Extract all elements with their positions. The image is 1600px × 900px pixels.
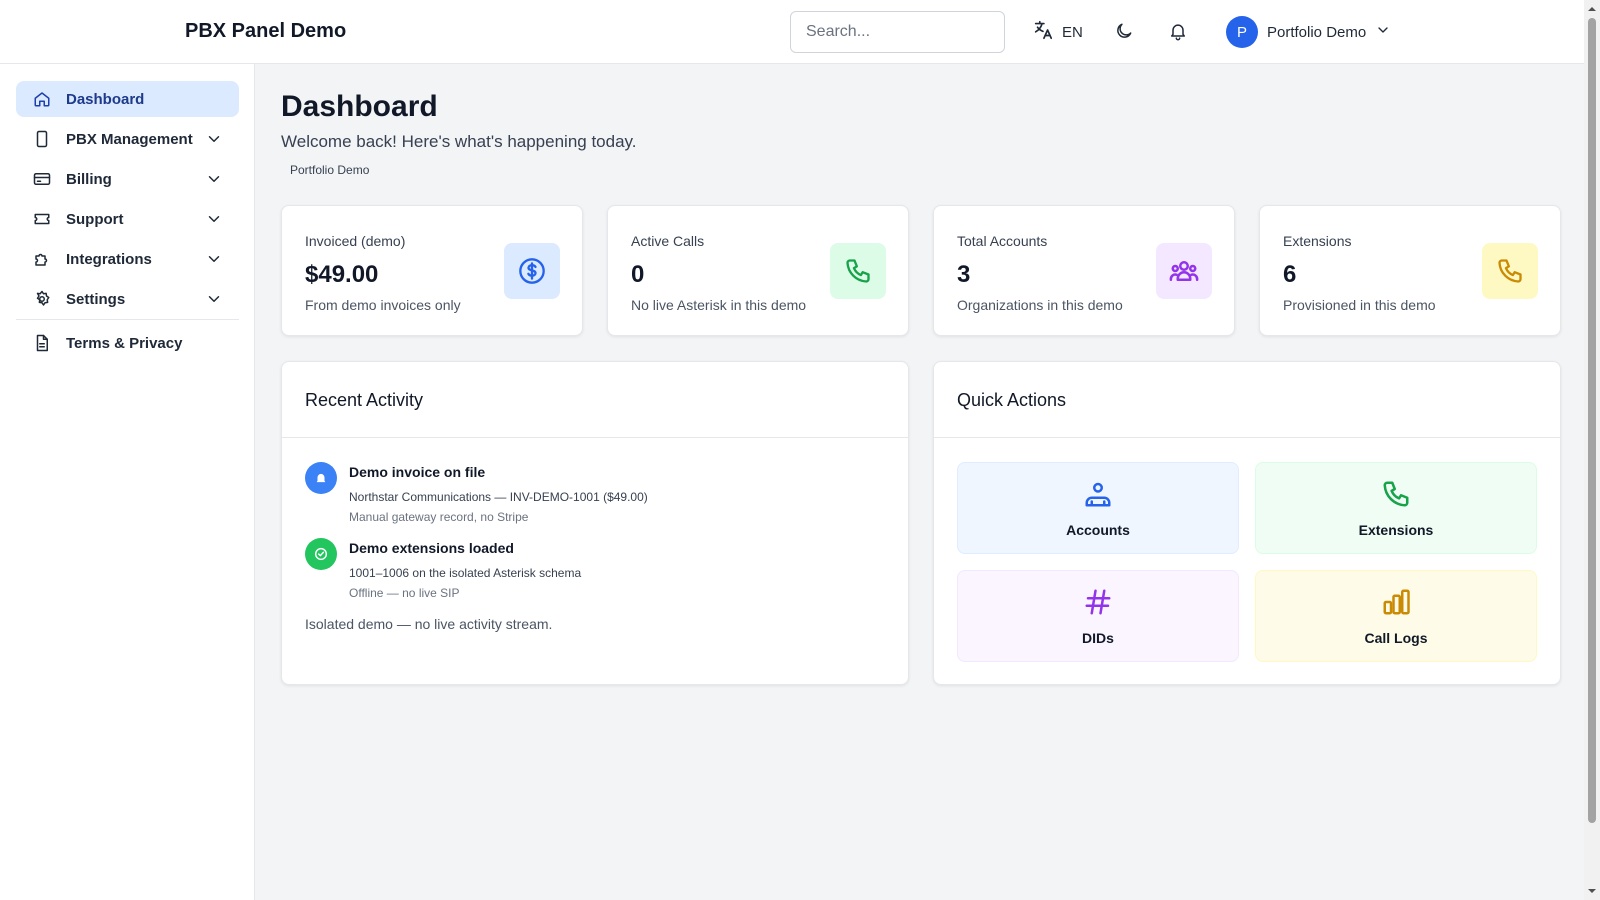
stat-card-active-calls: Active Calls 0 No live Asterisk in this … xyxy=(607,205,909,336)
stat-card-total-accounts: Total Accounts 3 Organizations in this d… xyxy=(933,205,1235,336)
recent-activity-panel: Recent Activity Demo invoice on file Nor… xyxy=(281,361,909,685)
stat-label: Total Accounts xyxy=(957,233,1048,249)
sidebar-item-dashboard[interactable]: Dashboard xyxy=(16,81,239,117)
panel-header: Recent Activity xyxy=(282,362,908,438)
credit-card-icon xyxy=(32,169,52,189)
stat-card-extensions: Extensions 6 Provisioned in this demo xyxy=(1259,205,1561,336)
stat-note: No live Asterisk in this demo xyxy=(631,297,807,313)
chevron-down-icon xyxy=(208,176,220,182)
sidebar-item-label: Integrations xyxy=(66,250,152,268)
bar-chart-icon xyxy=(1256,587,1536,617)
quick-action-label: Accounts xyxy=(1066,522,1130,538)
theme-toggle-button[interactable] xyxy=(1110,19,1138,47)
stat-note: Provisioned in this demo xyxy=(1283,297,1436,313)
stat-label: Active Calls xyxy=(631,233,705,249)
stat-label: Extensions xyxy=(1283,233,1352,249)
scroll-up-arrow-icon[interactable] xyxy=(1587,4,1597,14)
activity-meta: Offline — no live SIP xyxy=(349,586,460,600)
chevron-down-icon xyxy=(208,216,220,222)
users-icon xyxy=(1156,243,1212,299)
sidebar: Dashboard PBX Management Billing Support… xyxy=(0,64,255,900)
sidebar-item-integrations[interactable]: Integrations xyxy=(16,241,239,277)
user-menu[interactable]: P Portfolio Demo xyxy=(1226,16,1391,48)
phone-icon xyxy=(1482,243,1538,299)
stat-label: Invoiced (demo) xyxy=(305,233,406,249)
chevron-down-icon xyxy=(208,296,220,302)
quick-actions-panel: Quick Actions Accounts Extensions DIDs C… xyxy=(933,361,1561,685)
sidebar-item-billing[interactable]: Billing xyxy=(16,161,239,197)
quick-action-dids[interactable]: DIDs xyxy=(957,570,1239,662)
home-icon xyxy=(32,89,52,109)
moon-icon xyxy=(1114,21,1134,46)
avatar: P xyxy=(1226,16,1258,48)
sidebar-item-terms-privacy[interactable]: Terms & Privacy xyxy=(16,325,239,361)
sidebar-item-support[interactable]: Support xyxy=(16,201,239,237)
sidebar-item-pbx-management[interactable]: PBX Management xyxy=(16,121,239,157)
language-code: EN xyxy=(1062,23,1083,41)
panel-title: Recent Activity xyxy=(305,390,424,410)
panel-header: Quick Actions xyxy=(934,362,1560,438)
activity-title: Demo invoice on file xyxy=(349,464,486,480)
language-switcher[interactable]: EN xyxy=(1032,20,1083,44)
bell-icon xyxy=(305,462,337,494)
page-scrollbar[interactable] xyxy=(1584,0,1600,900)
stat-value: 0 xyxy=(631,261,645,288)
sidebar-item-label: Dashboard xyxy=(66,90,145,108)
dollar-icon xyxy=(504,243,560,299)
activity-footnote: Isolated demo — no live activity stream. xyxy=(305,616,553,632)
phone-icon xyxy=(830,243,886,299)
sidebar-item-settings[interactable]: Settings xyxy=(16,281,239,317)
sidebar-item-label: PBX Management xyxy=(66,130,193,148)
activity-title: Demo extensions loaded xyxy=(349,540,514,556)
scroll-down-arrow-icon[interactable] xyxy=(1587,886,1597,896)
sidebar-divider xyxy=(16,319,239,320)
sidebar-item-label: Terms & Privacy xyxy=(66,334,183,352)
organization-label: Portfolio Demo xyxy=(290,163,370,177)
sidebar-item-label: Settings xyxy=(66,290,126,308)
document-icon xyxy=(32,333,52,353)
notifications-button[interactable] xyxy=(1164,19,1192,47)
sidebar-item-label: Support xyxy=(66,210,124,228)
quick-action-extensions[interactable]: Extensions xyxy=(1255,462,1537,554)
sidebar-item-label: Billing xyxy=(66,170,112,188)
chevron-down-icon xyxy=(208,256,220,262)
stat-value: 6 xyxy=(1283,261,1297,288)
translate-icon xyxy=(1032,19,1054,45)
accounts-icon xyxy=(958,479,1238,509)
check-icon xyxy=(305,538,337,570)
activity-detail: Northstar Communications — INV-DEMO-1001… xyxy=(349,490,648,504)
quick-action-label: Extensions xyxy=(1358,522,1434,538)
device-icon xyxy=(32,129,52,149)
activity-meta: Manual gateway record, no Stripe xyxy=(349,510,529,524)
chevron-down-icon xyxy=(208,136,220,142)
user-name: Portfolio Demo xyxy=(1267,23,1367,41)
stat-value: 3 xyxy=(957,261,971,288)
stat-note: Organizations in this demo xyxy=(957,297,1123,313)
ticket-icon xyxy=(32,209,52,229)
quick-action-accounts[interactable]: Accounts xyxy=(957,462,1239,554)
stat-note: From demo invoices only xyxy=(305,297,461,313)
gear-icon xyxy=(32,289,52,309)
page-subtitle: Welcome back! Here's what's happening to… xyxy=(281,132,637,151)
quick-action-call-logs[interactable]: Call Logs xyxy=(1255,570,1537,662)
stat-card-invoiced: Invoiced (demo) $49.00 From demo invoice… xyxy=(281,205,583,336)
phone-icon xyxy=(1256,479,1536,509)
quick-action-label: DIDs xyxy=(1082,630,1114,646)
puzzle-icon xyxy=(32,249,52,269)
quick-action-label: Call Logs xyxy=(1364,630,1428,646)
hash-icon xyxy=(958,587,1238,617)
scrollbar-thumb[interactable] xyxy=(1588,18,1596,823)
bell-icon xyxy=(1168,21,1188,46)
app-title: PBX Panel Demo xyxy=(185,20,347,42)
top-header: PBX Panel Demo EN P Portfolio Demo xyxy=(0,0,1584,64)
page-title: Dashboard xyxy=(281,90,438,123)
chevron-down-icon xyxy=(1375,22,1391,43)
panel-title: Quick Actions xyxy=(957,390,1067,410)
stat-value: $49.00 xyxy=(305,261,379,288)
activity-detail: 1001–1006 on the isolated Asterisk schem… xyxy=(349,566,582,580)
search-input[interactable] xyxy=(790,11,1005,53)
